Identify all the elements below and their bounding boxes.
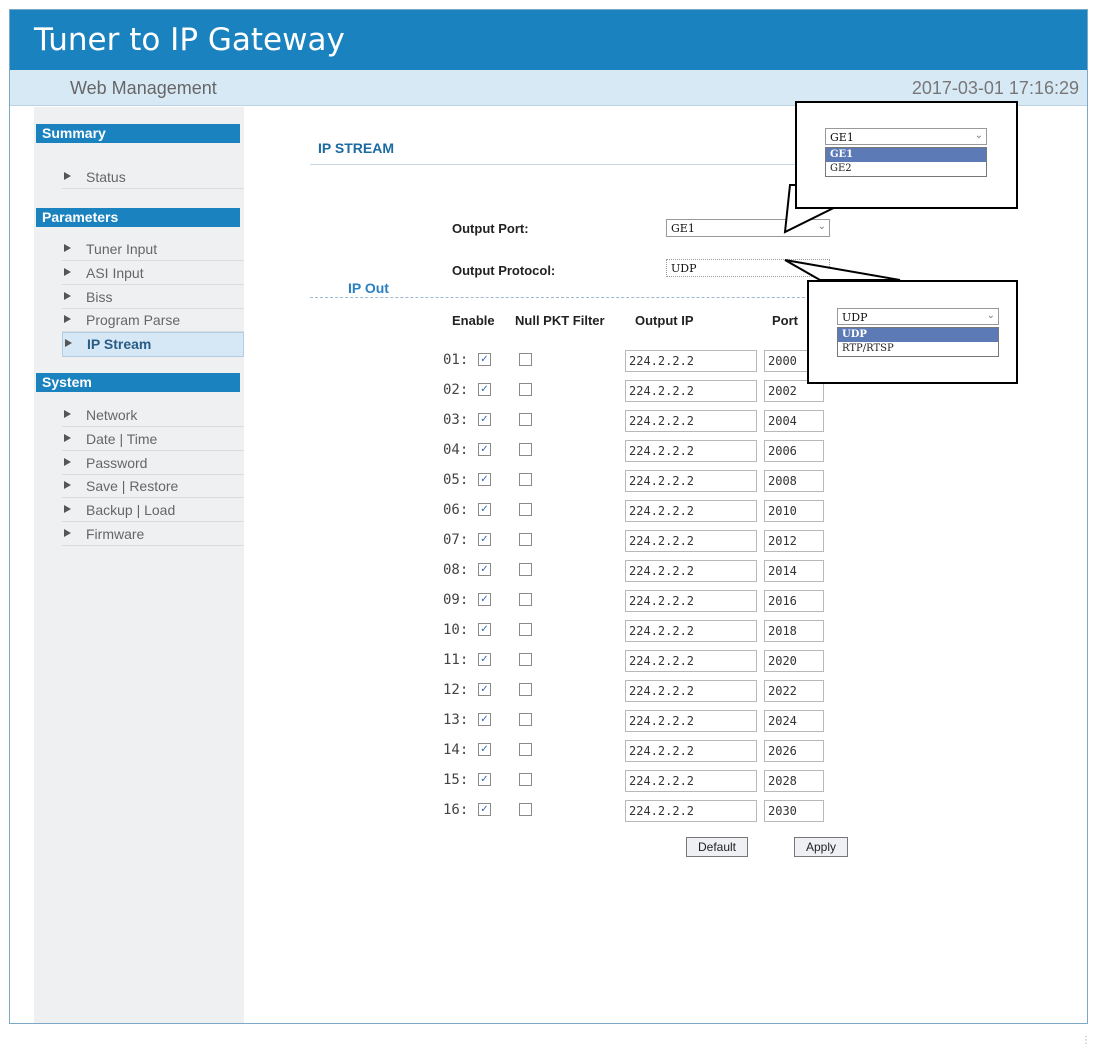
protocol-callout-pointer [784,259,901,281]
port-options-list: GE1 GE2 [825,147,987,177]
protocol-options-list: UDP RTP/RTSP [837,327,999,357]
protocol-callout-select: UDP ⌄ [837,308,999,325]
chevron-down-icon: ⌄ [986,310,995,321]
protocol-dropdown-callout: UDP ⌄ UDP RTP/RTSP [807,280,1018,384]
protocol-option-udp[interactable]: UDP [838,328,998,342]
resize-grip-icon[interactable]: ⋮ [1081,1035,1091,1046]
port-callout-select: GE1 ⌄ [825,128,987,145]
port-option-ge2[interactable]: GE2 [826,162,986,176]
port-dropdown-callout: GE1 ⌄ GE1 GE2 [795,101,1018,209]
chevron-down-icon: ⌄ [974,130,983,141]
port-option-ge1[interactable]: GE1 [826,148,986,162]
protocol-callout-selected: UDP [842,311,868,324]
port-callout-selected: GE1 [830,131,854,144]
protocol-option-rtp-rtsp[interactable]: RTP/RTSP [838,342,998,356]
